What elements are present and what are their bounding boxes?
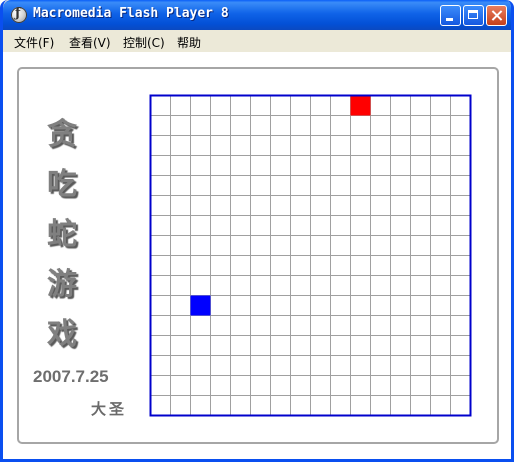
menu-help[interactable]: 帮助: [177, 34, 201, 51]
title-bar[interactable]: Macromedia Flash Player 8: [3, 0, 511, 30]
game-panel: 贪 吃 蛇 游 戏 2007.7.25 大圣: [17, 67, 499, 444]
menu-bar: 文件(F) 查看(V) 控制(C) 帮助: [3, 30, 511, 52]
title-char: 蛇: [47, 217, 77, 252]
title-char: 吃: [47, 167, 77, 202]
food-block: [350, 95, 371, 116]
close-button[interactable]: [486, 5, 507, 26]
flash-stage[interactable]: 贪 吃 蛇 游 戏 2007.7.25 大圣: [3, 52, 511, 459]
snake-segment: [190, 295, 211, 316]
title-char: 戏: [47, 317, 77, 352]
minimize-button[interactable]: [440, 5, 461, 26]
maximize-icon: [464, 6, 483, 25]
flash-player-icon[interactable]: [11, 6, 27, 23]
window-title: Macromedia Flash Player 8: [33, 6, 229, 21]
title-char: 贪: [47, 117, 77, 152]
minimize-icon: [441, 6, 460, 25]
menu-file[interactable]: 文件(F): [14, 34, 54, 51]
maximize-button[interactable]: [463, 5, 484, 26]
menu-control[interactable]: 控制(C): [123, 34, 165, 51]
author-label: 大圣: [91, 400, 128, 418]
title-char: 游: [47, 267, 77, 302]
close-icon: [487, 6, 506, 25]
date-label: 2007.7.25: [33, 367, 109, 386]
game-board[interactable]: [149, 94, 472, 417]
player-window: Macromedia Flash Player 8 文件(F) 查看(V) 控制…: [0, 0, 514, 462]
menu-view[interactable]: 查看(V): [69, 34, 111, 51]
